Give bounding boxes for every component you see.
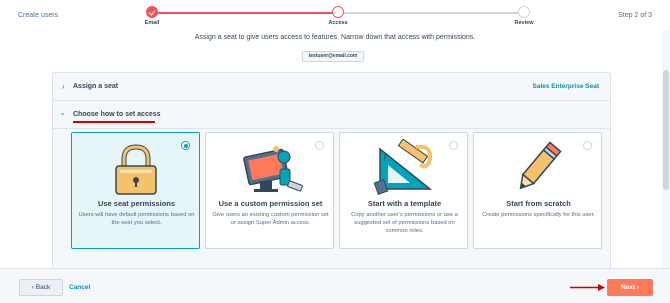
option-card-seat-permissions[interactable]: Use seat permissions Users will have def…: [71, 132, 200, 249]
option-description: Give users an existing custom permission…: [212, 212, 329, 226]
step-access-label: Access: [328, 20, 348, 26]
chevron-down-icon: ›: [58, 112, 68, 116]
chevron-left-icon: ‹: [31, 284, 34, 291]
cancel-link[interactable]: Cancel: [69, 284, 90, 291]
choose-access-row[interactable]: › Choose how to set access: [53, 101, 610, 129]
computer-tools-icon: [243, 146, 303, 192]
pencil-icon: [519, 141, 562, 190]
next-button-label: Next: [620, 284, 636, 291]
instructions-text: Assign a seat to give users access to fe…: [194, 34, 476, 41]
step-review-label: Review: [514, 20, 534, 26]
option-description: Users will have default permissions base…: [78, 212, 195, 226]
drafting-tools-icon: [373, 139, 433, 195]
assign-seat-row[interactable]: › Assign a seat Sales Enterprise Seat: [53, 73, 610, 101]
annotation-arrow-icon: [570, 284, 605, 291]
main-content: Assign a seat to give users access to fe…: [0, 30, 662, 297]
option-title: Start from scratch: [506, 199, 571, 208]
next-button[interactable]: Next ›: [607, 279, 653, 296]
step-email-label: Email: [144, 20, 160, 26]
access-options: Use seat permissions Users will have def…: [71, 132, 603, 250]
scrollbar-thumb[interactable]: [663, 70, 669, 190]
option-card-template[interactable]: Start with a template Copy another user'…: [339, 132, 468, 249]
chevron-right-icon: ›: [636, 284, 640, 291]
option-title: Start with a template: [367, 199, 442, 208]
back-button[interactable]: ‹ Back: [19, 279, 63, 296]
option-card-from-scratch[interactable]: Start from scratch Create permissions sp…: [473, 132, 602, 249]
option-card-custom-permission-set[interactable]: Use a custom permission set Give users a…: [205, 132, 334, 249]
option-title: Use a custom permission set: [218, 199, 323, 208]
wizard-header: Create users Email Access Review Step 2 …: [0, 0, 670, 30]
annotation-underline: [73, 121, 155, 123]
assigned-seat-value: Sales Enterprise Seat: [532, 83, 599, 90]
option-description: Create permissions specifically for this…: [482, 212, 595, 218]
padlock-icon: [115, 144, 157, 195]
wizard-footer: ‹ Back Cancel Next ›: [0, 268, 670, 303]
vertical-scrollbar[interactable]: [662, 30, 670, 268]
step-review-indicator: [518, 6, 530, 18]
step-access-indicator: [332, 6, 344, 18]
step-email-indicator: [146, 6, 158, 18]
progress-track-complete: [152, 12, 338, 14]
progress-track-remaining: [338, 12, 524, 14]
page-title: Create users: [18, 12, 59, 19]
back-button-label: Back: [35, 284, 51, 291]
step-counter: Step 2 of 3: [618, 12, 652, 19]
assign-seat-label: Assign a seat: [73, 83, 119, 90]
option-title: Use seat permissions: [97, 199, 176, 208]
email-chip: testuser@email.com: [302, 51, 364, 62]
choose-access-label: Choose how to set access: [73, 111, 161, 118]
chevron-right-icon: ›: [62, 82, 65, 91]
option-description: Copy another user's permissions or use a…: [351, 212, 458, 234]
